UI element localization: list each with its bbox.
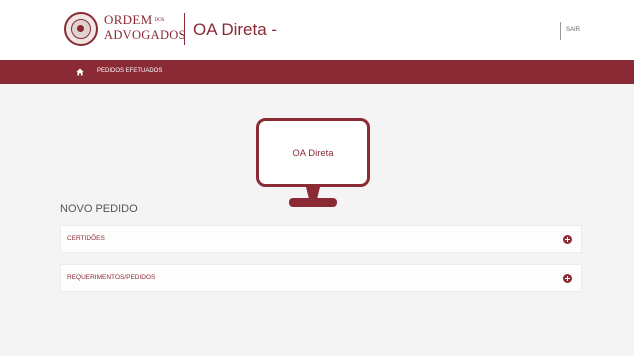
home-icon[interactable] [76,68,84,76]
logo-line-2: ADVOGADOS [104,28,186,43]
seal-core [77,25,84,32]
monitor-stand-neck [306,187,320,199]
logo-line-1: ORDEM DOS [104,13,178,28]
ordem-seal-logo[interactable] [64,12,98,46]
plus-circle-icon[interactable] [563,235,572,244]
section-title: NOVO PEDIDO [60,203,138,215]
accordion-label: REQUERIMENTOS/PEDIDOS [67,274,156,281]
monitor-illustration: OA Direta [256,118,370,207]
logout-divider [560,22,561,40]
logout-link[interactable]: SAIR [566,27,580,33]
nav-link-pedidos-efetuados[interactable]: PEDIDOS EFETUADOS [97,68,162,74]
logo-line-1-small: DOS [154,18,165,24]
plus-circle-icon[interactable] [563,274,572,283]
accordion-certidoes[interactable]: CERTIDÕES [60,225,582,253]
logo-divider [184,13,185,45]
navbar: PEDIDOS EFETUADOS [0,60,634,84]
logo-wordmark[interactable]: ORDEM DOS ADVOGADOS [104,13,186,43]
header: ORDEM DOS ADVOGADOS OA Direta - SAIR [0,0,634,60]
seal-inner-ring [71,19,91,39]
app-title: OA Direta - [193,20,278,39]
monitor-screen-label: OA Direta [292,148,334,159]
monitor-stand-base [289,198,337,207]
accordion-requerimentos-pedidos[interactable]: REQUERIMENTOS/PEDIDOS [60,264,582,292]
accordion-label: CERTIDÕES [67,235,105,242]
logo-line-1-main: ORDEM [104,12,153,27]
